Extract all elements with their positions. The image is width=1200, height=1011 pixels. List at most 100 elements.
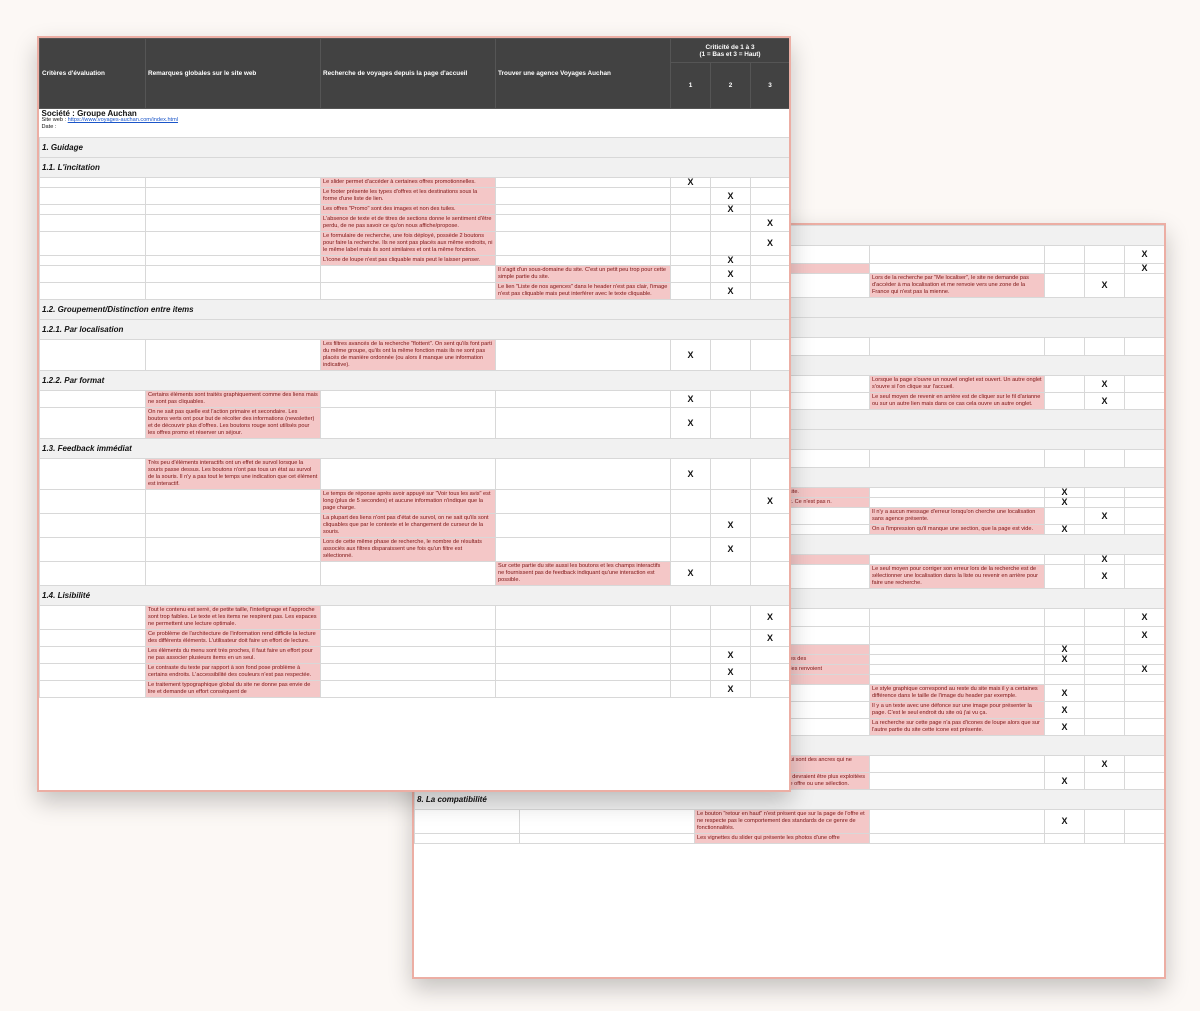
empty-cell — [495, 489, 671, 514]
criticity-mark: X — [750, 489, 789, 514]
criticity-mark: X — [1123, 626, 1164, 645]
empty-cell — [519, 809, 695, 834]
header-level-2: 2 — [710, 62, 751, 109]
criticity-cell — [1084, 674, 1125, 685]
empty-cell — [145, 282, 321, 300]
criticity-cell — [1044, 755, 1085, 773]
remark-cell: Sur cette partie du site aussi les bouto… — [495, 561, 671, 586]
table-row: L'icone de loupe n'est pas cliquable mai… — [39, 255, 789, 266]
criticity-cell — [710, 177, 751, 188]
empty-cell — [320, 629, 496, 647]
remark-cell: Le bouton "retour en haut" n'est présent… — [694, 809, 870, 834]
evaluation-table-front: Critères d'évaluation Remarques globales… — [39, 38, 789, 698]
criticity-mark: X — [710, 663, 751, 681]
criticity-mark: X — [1044, 654, 1085, 665]
criticity-mark: X — [1084, 507, 1125, 525]
criticity-cell — [1084, 524, 1125, 535]
criticity-cell — [1084, 664, 1125, 675]
criticity-cell — [1123, 273, 1164, 298]
remark-cell: Le seul moyen de revenir en arrière est … — [869, 392, 1045, 410]
remark-cell: Très peu d'éléments interactifs ont un e… — [145, 458, 321, 490]
empty-cell — [869, 772, 1045, 790]
criticity-cell — [1084, 654, 1125, 665]
section-heading: 1.2.1. Par localisation — [39, 319, 789, 340]
empty-cell — [414, 833, 520, 844]
criticity-cell — [670, 537, 711, 562]
table-row: Le lien "Liste de nos agences" dans le h… — [39, 282, 789, 300]
criticity-cell — [670, 605, 711, 630]
empty-cell — [39, 177, 146, 188]
criticity-cell — [1044, 833, 1085, 844]
section-heading: 1.2.2. Par format — [39, 370, 789, 391]
empty-cell — [869, 626, 1045, 645]
empty-cell — [145, 177, 321, 188]
empty-cell — [320, 390, 496, 408]
empty-cell — [39, 680, 146, 698]
remark-cell: Le traitement typographique global du si… — [145, 680, 321, 698]
criticity-cell — [1084, 608, 1125, 627]
table-row: Les vignettes du slider qui présente les… — [414, 833, 1164, 844]
criticity-mark: X — [1123, 245, 1164, 264]
criticity-mark: X — [1123, 608, 1164, 627]
section-heading-row: 1.4. Lisibilité — [39, 585, 789, 606]
table-row: Le temps de réponse après avoir appuyé s… — [39, 489, 789, 514]
criticity-cell — [1044, 449, 1085, 468]
remark-cell: Il n'y a aucun message d'erreur lorsqu'o… — [869, 507, 1045, 525]
empty-cell — [869, 554, 1045, 565]
criticity-mark: X — [1044, 772, 1085, 790]
criticity-mark: X — [1044, 487, 1085, 498]
section-heading-row: 8. La compatibilité — [414, 789, 1164, 810]
spreadsheet-page-front: Critères d'évaluation Remarques globales… — [37, 36, 791, 792]
criticity-mark: X — [1044, 644, 1085, 655]
criticity-mark: X — [670, 407, 711, 439]
criticity-cell — [1084, 644, 1125, 655]
table-row: Le contraste du texte par rapport à son … — [39, 663, 789, 681]
criticity-cell — [670, 646, 711, 664]
criticity-cell — [670, 489, 711, 514]
criticity-cell — [1044, 554, 1085, 565]
criticity-cell — [670, 629, 711, 647]
table-row: Le slider permet d'accéder à certaines o… — [39, 177, 789, 188]
empty-cell — [320, 646, 496, 664]
table-row: L'absence de texte et de titres de secti… — [39, 214, 789, 232]
criticity-cell — [1123, 524, 1164, 535]
criticity-cell — [670, 187, 711, 205]
empty-cell — [869, 664, 1045, 675]
empty-cell — [39, 231, 146, 256]
empty-cell — [145, 489, 321, 514]
site-url-link[interactable]: https://www.voyages-auchan.com/index.htm… — [68, 117, 178, 123]
empty-cell — [495, 458, 671, 490]
remark-cell: Lors de cette même phase de recherche, l… — [320, 537, 496, 562]
criticity-cell — [1123, 654, 1164, 665]
criticity-mark: X — [1044, 524, 1085, 535]
empty-cell — [320, 663, 496, 681]
criticity-mark: X — [750, 214, 789, 232]
criticity-cell — [670, 282, 711, 300]
criticity-cell — [1044, 507, 1085, 525]
remark-cell: Lors de la recherche par "Me localiser",… — [869, 273, 1045, 298]
criticity-cell — [1123, 497, 1164, 508]
empty-cell — [39, 605, 146, 630]
section-heading: 1.1. L'incitation — [39, 157, 789, 178]
empty-cell — [869, 245, 1045, 264]
criticity-cell — [710, 390, 751, 408]
criticity-mark: X — [710, 255, 751, 266]
criticity-cell — [1044, 608, 1085, 627]
section-heading: 1.3. Feedback immédiat — [39, 438, 789, 459]
criticity-cell — [750, 204, 789, 215]
criticity-cell — [1123, 701, 1164, 719]
remark-cell: On a l'impression qu'il manque une secti… — [869, 524, 1045, 535]
criticity-cell — [1084, 487, 1125, 498]
site-label: Site web : — [41, 117, 67, 123]
remark-cell: On ne sait pas quelle est l'action prima… — [145, 407, 321, 439]
remark-cell: La plupart des liens n'ont pas d'état de… — [320, 513, 496, 538]
empty-cell — [495, 204, 671, 215]
header-level-1: 1 — [670, 62, 711, 109]
criticity-cell — [750, 282, 789, 300]
criticite-title: Criticité de 1 à 3 — [705, 43, 755, 51]
criticity-cell — [750, 646, 789, 664]
table-row: Le footer présente les types d'offres et… — [39, 187, 789, 205]
criticity-cell — [710, 231, 751, 256]
criticity-cell — [750, 177, 789, 188]
section-heading: 1. Guidage — [39, 137, 789, 158]
